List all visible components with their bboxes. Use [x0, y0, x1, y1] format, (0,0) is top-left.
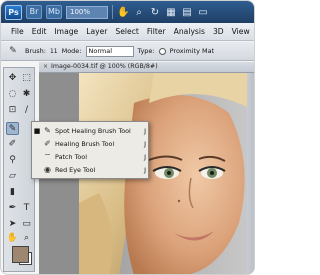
type-radio[interactable]: [158, 47, 166, 55]
zoom-tool-icon[interactable]: ⌕: [20, 232, 33, 245]
divider: [112, 5, 113, 19]
screen-mode-icon[interactable]: ▭: [197, 7, 209, 18]
type-label: Type:: [137, 47, 155, 55]
lasso-tool-icon[interactable]: ◌: [6, 88, 19, 101]
photoshop-logo: Ps: [5, 4, 22, 20]
selected-indicator: ■: [33, 126, 41, 135]
flyout-item-label: Spot Healing Brush Tool: [55, 126, 131, 135]
flyout-item-healing-brush[interactable]: ✐ Healing Brush Tool J: [32, 137, 150, 150]
flyout-item-label: Patch Tool: [55, 152, 87, 161]
healing-brush-icon: ✐: [44, 139, 51, 148]
zoom-icon[interactable]: ⌕: [133, 7, 145, 18]
flyout-item-patch[interactable]: ⌔ Patch Tool J: [32, 150, 150, 163]
mode-label: Mode:: [61, 47, 82, 55]
mini-bridge-button[interactable]: Mb: [46, 5, 62, 19]
move-tool-icon[interactable]: ✥: [6, 72, 19, 85]
rotate-icon[interactable]: ↻: [149, 7, 161, 18]
grid-icon[interactable]: ▦: [165, 7, 177, 18]
spot-healing-icon: ✎: [44, 126, 51, 135]
menu-image[interactable]: Image: [50, 27, 82, 36]
menu-file[interactable]: File: [7, 27, 28, 36]
hand-tool-icon[interactable]: ✋: [6, 232, 19, 245]
photoshop-window: Ps Br Mb 100% ✋ ⌕ ↻ ▦ ▤ ▭ File Edit Imag…: [0, 0, 255, 275]
brush-label: Brush:: [25, 47, 46, 55]
panel-dock-edge: [247, 73, 254, 274]
crop-tool-icon[interactable]: ⊡: [6, 104, 19, 117]
menu-filter[interactable]: Filter: [143, 27, 170, 36]
flyout-item-red-eye[interactable]: ◉ Red Eye Tool J: [32, 163, 150, 176]
menu-bar: File Edit Image Layer Select Filter Anal…: [1, 23, 254, 41]
clone-stamp-icon[interactable]: ⚲: [6, 154, 19, 167]
shortcut-key: J: [144, 126, 146, 135]
eraser-icon[interactable]: ▱: [6, 170, 19, 183]
shortcut-key: J: [144, 152, 146, 161]
gradient-icon[interactable]: ▮: [6, 186, 19, 199]
arrange-icon[interactable]: ▤: [181, 7, 193, 18]
flyout-item-spot-healing[interactable]: ■ ✎ Spot Healing Brush Tool J: [32, 124, 150, 137]
path-select-icon[interactable]: ➤: [6, 218, 19, 231]
eyedropper-icon[interactable]: ∕: [20, 104, 33, 117]
pen-tool-icon[interactable]: ✒: [6, 202, 19, 215]
close-icon[interactable]: ×: [43, 63, 48, 70]
red-eye-icon: ◉: [44, 165, 51, 174]
bridge-button[interactable]: Br: [26, 5, 42, 19]
quick-select-icon[interactable]: ✱: [20, 88, 33, 101]
type-value[interactable]: Proximity Mat: [170, 47, 215, 55]
menu-edit[interactable]: Edit: [28, 27, 51, 36]
zoom-level-select[interactable]: 100%: [66, 5, 108, 19]
menu-view[interactable]: View: [228, 27, 254, 36]
document-tab[interactable]: × Image-0034.tif @ 100% (RGB/8#): [39, 62, 254, 73]
shortcut-key: J: [144, 139, 146, 148]
healing-tool-icon[interactable]: ✎: [6, 122, 19, 135]
menu-layer[interactable]: Layer: [82, 27, 111, 36]
flyout-item-label: Red Eye Tool: [55, 165, 96, 174]
application-bar: Ps Br Mb 100% ✋ ⌕ ↻ ▦ ▤ ▭: [1, 1, 254, 23]
menu-select[interactable]: Select: [111, 27, 142, 36]
menu-3d[interactable]: 3D: [209, 27, 228, 36]
healing-tools-flyout: ■ ✎ Spot Healing Brush Tool J ✐ Healing …: [31, 121, 149, 179]
mode-select[interactable]: Normal: [85, 45, 134, 57]
brush-tool-icon[interactable]: ✐: [6, 138, 19, 151]
document-title: Image-0034.tif @ 100% (RGB/8#): [51, 63, 158, 70]
type-tool-icon[interactable]: T: [20, 202, 33, 215]
bandage-icon[interactable]: ✎: [5, 45, 21, 58]
options-bar: ✎ Brush: 11 Mode: Normal Type: Proximity…: [1, 42, 254, 61]
shape-tool-icon[interactable]: ▭: [20, 218, 33, 231]
brush-size[interactable]: 11: [50, 48, 58, 55]
marquee-tool-icon[interactable]: ⬚: [20, 72, 33, 85]
patch-icon: ⌔: [43, 151, 52, 161]
flyout-item-label: Healing Brush Tool: [55, 139, 115, 148]
shortcut-key: J: [144, 165, 146, 174]
menu-analysis[interactable]: Analysis: [170, 27, 209, 36]
hand-icon[interactable]: ✋: [117, 7, 129, 18]
foreground-color-swatch[interactable]: [12, 246, 29, 263]
